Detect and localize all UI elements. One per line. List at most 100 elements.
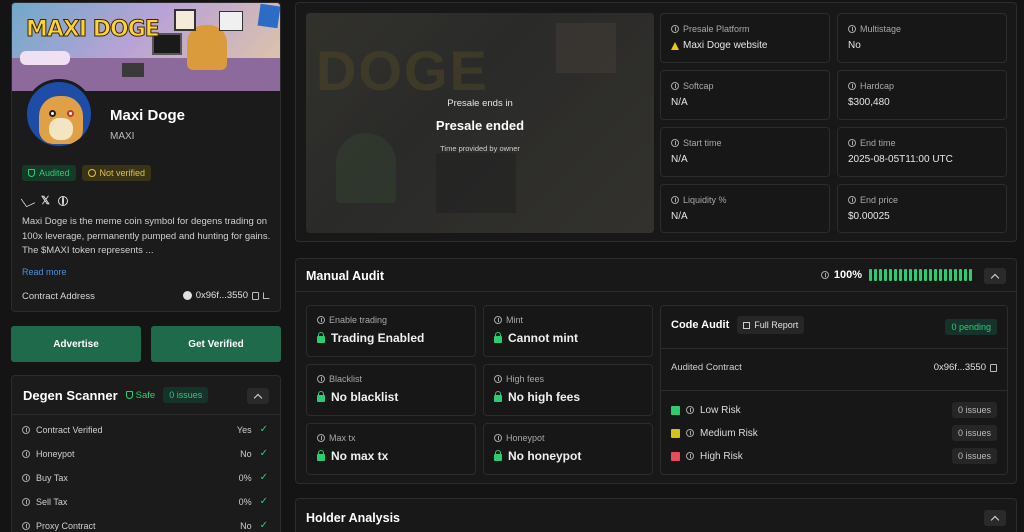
risk-row-low: Low Risk 0 issues	[671, 402, 997, 418]
scanner-row: Proxy Contract No ✓	[22, 520, 268, 531]
info-end-time: End time 2025-08-05T11:00 UTC	[837, 127, 1007, 177]
audit-check-value: Trading Enabled	[331, 331, 425, 345]
advertise-button[interactable]: Advertise	[11, 326, 141, 362]
risk-label: Low Risk	[700, 404, 741, 416]
lock-icon	[494, 391, 502, 402]
audit-check-max-tx: Max tx No max tx	[306, 423, 476, 475]
presale-countdown: DOGE Presale ends in Presale ended Time …	[306, 13, 654, 233]
audit-check-value: Cannot mint	[508, 331, 578, 345]
info-label: Softcap	[683, 81, 714, 91]
x-twitter-icon[interactable]: 𝕏	[41, 194, 50, 207]
lock-icon	[317, 391, 325, 402]
info-value: N/A	[671, 97, 688, 108]
collapse-holder-button[interactable]	[984, 510, 1006, 526]
info-icon	[686, 452, 694, 460]
copy-icon[interactable]	[990, 363, 997, 372]
info-liquidity: Liquidity % N/A	[660, 184, 830, 233]
scanner-row-value: No	[240, 448, 252, 459]
info-softcap: Softcap N/A	[660, 70, 830, 120]
score-bar-segment	[889, 269, 892, 281]
risk-label: High Risk	[700, 450, 743, 462]
audit-check-blacklist: Blacklist No blacklist	[306, 364, 476, 416]
full-report-button[interactable]: Full Report	[737, 316, 805, 334]
info-label: Hardcap	[860, 81, 895, 91]
info-label: End price	[860, 195, 899, 205]
scanner-row: Buy Tax 0% ✓	[22, 472, 268, 483]
shield-check-icon	[28, 169, 35, 177]
score-bar-segment	[939, 269, 942, 281]
info-icon	[317, 434, 325, 442]
info-label: Multistage	[860, 24, 902, 34]
audit-check-value: No blacklist	[331, 390, 399, 404]
audit-check-label: Enable trading	[329, 315, 388, 325]
info-icon	[686, 429, 694, 437]
risk-row-high: High Risk 0 issues	[671, 448, 997, 464]
scanner-row-label: Proxy Contract	[36, 520, 96, 531]
check-icon: ✓	[259, 424, 268, 435]
chevron-up-icon	[990, 273, 1000, 282]
scanner-row: Contract Verified Yes ✓	[22, 424, 268, 435]
shield-check-icon	[125, 391, 133, 399]
info-value: $300,480	[848, 97, 890, 108]
score-bar-segment	[869, 269, 872, 281]
external-link-icon	[743, 321, 751, 329]
presale-status: Presale ended	[435, 118, 525, 133]
audit-check-label: Honeypot	[506, 433, 545, 443]
copy-icon[interactable]	[252, 291, 259, 300]
info-icon	[671, 196, 679, 204]
get-verified-button[interactable]: Get Verified	[151, 326, 281, 362]
audit-check-mint: Mint Cannot mint	[483, 305, 653, 357]
info-icon	[686, 406, 694, 414]
external-link-icon[interactable]	[263, 292, 270, 299]
degen-scanner-panel: Degen Scanner Safe 0 issues Contract Ver…	[11, 375, 281, 532]
score-bar-segment	[949, 269, 952, 281]
info-value: Maxi Doge website	[683, 40, 768, 51]
lock-icon	[494, 332, 502, 343]
info-end-price: End price $0.00025	[837, 184, 1007, 233]
collapse-scanner-button[interactable]	[247, 388, 269, 404]
score-bar-segment	[899, 269, 902, 281]
audit-check-value: No honeypot	[508, 449, 582, 463]
chevron-up-icon	[253, 393, 263, 402]
risk-count: 0 issues	[951, 402, 997, 418]
scanner-row: Honeypot No ✓	[22, 448, 268, 459]
telegram-icon[interactable]	[20, 194, 36, 207]
score-bar-segment	[964, 269, 967, 281]
audit-check-label: High fees	[506, 374, 545, 384]
audit-check-value: No max tx	[331, 449, 389, 463]
collapse-audit-button[interactable]	[984, 268, 1006, 284]
info-value: N/A	[671, 154, 688, 165]
not-verified-label: Not verified	[99, 168, 146, 178]
info-presale-platform: Presale Platform Maxi Doge website	[660, 13, 830, 63]
scanner-row-label: Honeypot	[36, 448, 75, 459]
holder-analysis-panel: Holder Analysis	[295, 498, 1017, 532]
info-icon	[671, 82, 679, 90]
score-bar-segment	[884, 269, 887, 281]
check-icon: ✓	[259, 472, 268, 483]
info-hardcap: Hardcap $300,480	[837, 70, 1007, 120]
info-icon	[317, 316, 325, 324]
audit-score: 100%	[833, 269, 862, 281]
info-icon	[317, 375, 325, 383]
info-value: 2025-08-05T11:00 UTC	[848, 154, 953, 165]
check-icon: ✓	[259, 496, 268, 507]
manual-audit-title: Manual Audit	[306, 269, 385, 283]
check-icon: ✓	[259, 448, 268, 459]
read-more-link[interactable]: Read more	[22, 267, 67, 277]
token-description: Maxi Doge is the meme coin symbol for de…	[22, 216, 271, 256]
info-start-time: Start time N/A	[660, 127, 830, 177]
info-value: N/A	[671, 211, 688, 222]
score-bar-segment	[874, 269, 877, 281]
info-icon	[22, 449, 30, 458]
website-globe-icon[interactable]	[57, 195, 68, 206]
info-icon	[848, 25, 856, 33]
info-icon	[22, 521, 30, 530]
score-bar-segment	[924, 269, 927, 281]
lock-icon	[317, 450, 325, 461]
scanner-row-label: Sell Tax	[36, 496, 68, 507]
scanner-row: Sell Tax 0% ✓	[22, 496, 268, 507]
score-bar-segment	[919, 269, 922, 281]
banner-logo-text: MAXI DOGE	[26, 17, 161, 43]
full-report-label: Full Report	[754, 320, 799, 330]
info-icon	[494, 316, 502, 324]
